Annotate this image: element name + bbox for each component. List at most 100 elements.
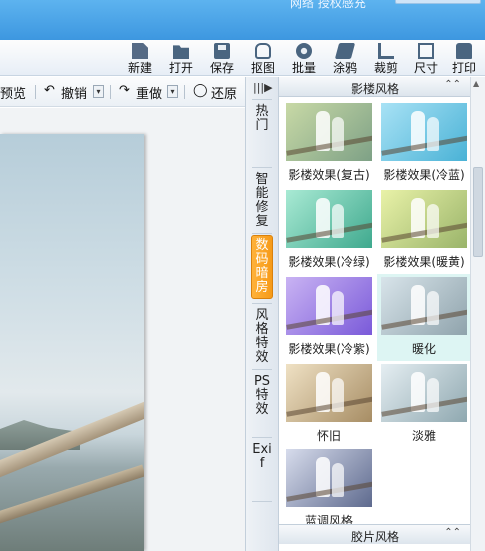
graffiti-label: 涂鸦	[332, 61, 357, 75]
divider	[252, 501, 272, 502]
effect-name: 影楼效果(冷紫)	[288, 342, 370, 356]
effects-panel: 影楼风格 ⌃⌃ 影楼效果(复古) 影楼效果(冷蓝) 影楼效果(冷绿) 影楼效果(暖黄)…	[278, 77, 471, 551]
divider	[184, 85, 185, 99]
undo-icon[interactable]: ↶	[44, 83, 55, 98]
thumbnail-railing	[286, 396, 372, 417]
effect-name: 暖化	[411, 342, 436, 356]
account-box[interactable]	[395, 0, 481, 4]
section-title: 胶片风格	[350, 530, 399, 544]
effect-thumbnail	[381, 103, 467, 161]
effect-tile[interactable]: 蓝调风格	[282, 446, 376, 533]
effect-name: 淡雅	[411, 429, 436, 443]
divider	[252, 369, 272, 370]
restore-button[interactable]: 还原	[211, 83, 237, 102]
tab-exif[interactable]: Exif	[251, 443, 273, 471]
batch-label: 批量	[291, 61, 316, 75]
cutout-label: 抠图	[250, 61, 275, 75]
effect-tile[interactable]: 淡雅	[377, 361, 471, 448]
thumbnail-railing	[381, 222, 467, 243]
redo-icon[interactable]: ↷	[119, 83, 130, 98]
print-label: 打印	[451, 61, 476, 75]
divider	[110, 85, 111, 99]
divider	[252, 303, 272, 304]
undo-dropdown[interactable]: ▾	[93, 85, 104, 98]
tab-hot[interactable]: 热门	[251, 105, 273, 133]
title-bar: 网络 授权感充	[0, 0, 485, 40]
restore-icon[interactable]: ◯	[193, 83, 208, 98]
effect-thumbnail	[381, 190, 467, 248]
main-toolbar: 新建 打开 保存 抠图 批量 涂鸦 裁剪 尺寸 打印	[0, 40, 485, 76]
thumbnail-railing	[286, 222, 372, 243]
collapse-icon[interactable]: ⌃⌃	[444, 79, 461, 90]
new-label: 新建	[127, 61, 152, 75]
tab-digital-darkroom[interactable]: 数码暗房	[251, 235, 273, 299]
edit-toolbar: 预览 ↶ 撤销 ▾ ↷ 重做 ▾ ◯ 还原	[0, 77, 245, 107]
tab-smart-repair[interactable]: 智能修复	[251, 173, 273, 229]
undo-button[interactable]: 撤销	[61, 83, 87, 102]
thumbnail-railing	[381, 396, 467, 417]
effect-name: 影楼效果(暖黄)	[383, 255, 465, 269]
crop-button[interactable]: 裁剪	[368, 40, 404, 76]
effect-tile[interactable]: 影楼效果(冷绿)	[282, 187, 376, 274]
resize-icon	[418, 43, 434, 59]
effect-tile[interactable]: 暖化	[377, 274, 471, 361]
divider	[35, 85, 36, 99]
divider	[252, 437, 272, 438]
redo-button[interactable]: 重做	[136, 83, 162, 102]
divider	[252, 167, 272, 168]
tab-style-effects[interactable]: 风格特效	[251, 309, 273, 365]
scroll-thumb[interactable]	[473, 167, 483, 257]
new-button[interactable]: 新建	[122, 40, 158, 76]
print-button[interactable]: 打印	[446, 40, 482, 76]
open-button[interactable]: 打开	[163, 40, 199, 76]
effect-tile[interactable]: 怀旧	[282, 361, 376, 448]
thumbnail-railing	[381, 309, 467, 330]
effect-thumbnail	[286, 449, 372, 507]
tab-ps-effects[interactable]: PS特效	[251, 375, 273, 417]
divider	[252, 99, 272, 100]
effect-thumbnail	[381, 364, 467, 422]
effect-name: 怀旧	[316, 429, 341, 443]
section-header-film[interactable]: 胶片风格 ⌃⌃	[279, 524, 471, 544]
effect-name: 影楼效果(冷蓝)	[383, 168, 465, 182]
section-header-studio[interactable]: 影楼风格 ⌃⌃	[279, 77, 471, 97]
size-button[interactable]: 尺寸	[408, 40, 444, 76]
graffiti-button[interactable]: 涂鸦	[327, 40, 363, 76]
effect-name: 影楼效果(复古)	[288, 168, 370, 182]
open-label: 打开	[168, 61, 193, 75]
thumbnail-railing	[381, 135, 467, 156]
panel-toggle-button[interactable]: |||▶	[253, 81, 273, 94]
thumbnail-railing	[286, 481, 372, 502]
effect-thumbnail	[286, 190, 372, 248]
gear-batch-icon	[296, 43, 312, 59]
save-button[interactable]: 保存	[204, 40, 240, 76]
effect-tile[interactable]: 影楼效果(复古)	[282, 100, 376, 187]
brush-icon	[334, 43, 356, 59]
effect-name: 影楼效果(冷绿)	[288, 255, 370, 269]
effect-tile[interactable]: 影楼效果(暖黄)	[377, 187, 471, 274]
effect-tile[interactable]: 影楼效果(冷紫)	[282, 274, 376, 361]
cutout-button[interactable]: 抠图	[245, 40, 281, 76]
printer-icon	[456, 43, 472, 59]
redo-dropdown[interactable]: ▾	[167, 85, 178, 98]
scroll-up-arrow[interactable]: ▲	[473, 79, 479, 88]
thumbnail-railing	[286, 309, 372, 330]
save-icon	[214, 43, 230, 59]
preview-button[interactable]: 预览	[0, 83, 26, 102]
thumbnail-railing	[286, 135, 372, 156]
new-file-icon	[132, 43, 148, 59]
crop-label: 裁剪	[373, 61, 398, 75]
effect-thumbnail	[286, 277, 372, 335]
effect-tile[interactable]: 影楼效果(冷蓝)	[377, 100, 471, 187]
batch-button[interactable]: 批量	[286, 40, 322, 76]
folder-open-icon	[173, 45, 189, 59]
effect-thumbnail	[286, 103, 372, 161]
image-canvas[interactable]	[0, 108, 245, 551]
effect-thumbnail	[381, 277, 467, 335]
photo-railing-lower	[0, 464, 144, 526]
crop-icon	[378, 43, 394, 59]
collapse-icon[interactable]: ⌃⌃	[444, 527, 461, 538]
panel-scrollbar[interactable]: ▲	[470, 77, 485, 551]
edited-photo[interactable]	[0, 134, 144, 551]
save-label: 保存	[209, 61, 234, 75]
